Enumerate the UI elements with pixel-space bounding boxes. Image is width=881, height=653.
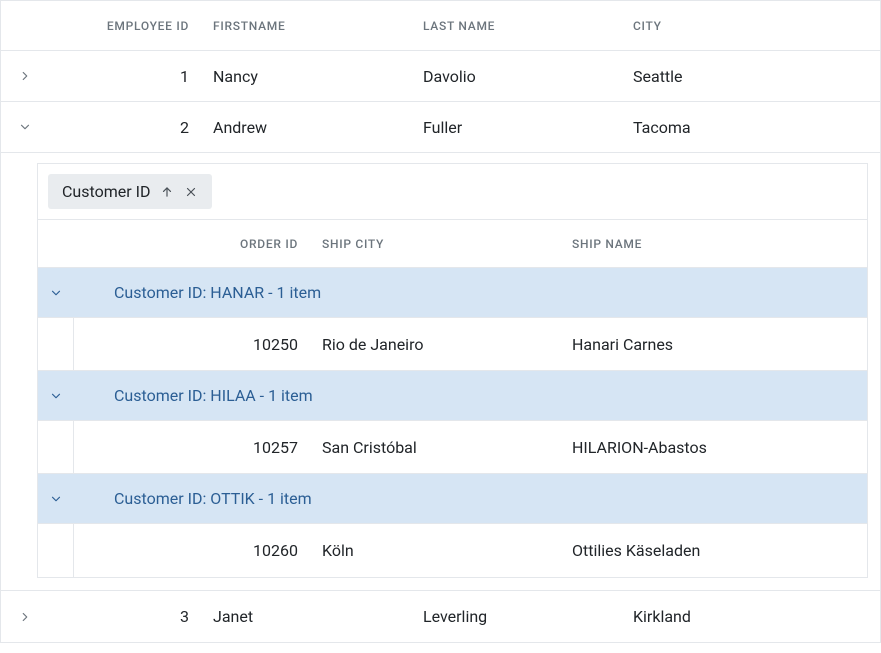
cell-lastname: Fuller [411, 118, 621, 137]
grid-header: Employee ID FirstName Last Name City [1, 1, 880, 51]
cell-firstname: Nancy [201, 67, 411, 86]
collapse-toggle[interactable] [1, 120, 49, 134]
cell-order-id: 10257 [110, 438, 310, 457]
cell-ship-city: Köln [310, 541, 560, 560]
chevron-down-icon [49, 286, 63, 300]
table-row: 1 Nancy Davolio Seattle [1, 51, 880, 102]
cell-ship-name: Hanari Carnes [560, 335, 867, 354]
col-order-id[interactable]: Order ID [110, 237, 310, 251]
cell-lastname: Leverling [411, 607, 621, 626]
expand-toggle[interactable] [1, 610, 49, 624]
group-row[interactable]: Customer ID: OTTIK - 1 item [38, 474, 867, 524]
group-collapse-toggle[interactable] [38, 286, 74, 300]
cell-ship-city: Rio de Janeiro [310, 335, 560, 354]
expand-toggle[interactable] [1, 69, 49, 83]
group-drop-area[interactable]: Customer ID [38, 164, 867, 220]
cell-employee-id: 3 [49, 607, 201, 626]
group-chip-label: Customer ID [62, 182, 150, 201]
table-row: 2 Andrew Fuller Tacoma [1, 102, 880, 153]
group-row[interactable]: Customer ID: HANAR - 1 item [38, 268, 867, 318]
cell-employee-id: 2 [49, 118, 201, 137]
chevron-down-icon [18, 120, 32, 134]
col-ship-name[interactable]: Ship Name [560, 237, 867, 251]
chevron-down-icon [49, 389, 63, 403]
col-city[interactable]: City [621, 19, 880, 33]
group-indicator[interactable]: Customer ID [48, 174, 212, 209]
cell-city: Kirkland [621, 607, 880, 626]
cell-ship-city: San Cristóbal [310, 438, 560, 457]
cell-firstname: Andrew [201, 118, 411, 137]
orders-grid-header: Order ID Ship City Ship Name [38, 220, 867, 268]
table-row: 3 Janet Leverling Kirkland [1, 591, 880, 642]
group-row[interactable]: Customer ID: HILAA - 1 item [38, 371, 867, 421]
chevron-down-icon [49, 492, 63, 506]
chevron-right-icon [18, 610, 32, 624]
cell-order-id: 10250 [110, 335, 310, 354]
cell-city: Tacoma [621, 118, 880, 137]
col-firstname[interactable]: FirstName [201, 19, 411, 33]
group-caption: Customer ID: HILAA - 1 item [74, 386, 867, 405]
col-lastname[interactable]: Last Name [411, 19, 621, 33]
cell-ship-name: HILARION-Abastos [560, 438, 867, 457]
cell-firstname: Janet [201, 607, 411, 626]
indent-cell [38, 318, 74, 370]
cell-order-id: 10260 [110, 541, 310, 560]
cell-employee-id: 1 [49, 67, 201, 86]
arrow-up-icon[interactable] [160, 185, 174, 199]
group-caption: Customer ID: OTTIK - 1 item [74, 489, 867, 508]
cell-ship-name: Ottilies Käseladen [560, 541, 867, 560]
group-caption: Customer ID: HANAR - 1 item [74, 283, 867, 302]
col-employee-id[interactable]: Employee ID [49, 19, 201, 33]
orders-grid: Customer ID Order ID Ship City Ship Name… [37, 163, 868, 578]
table-row: 10250 Rio de Janeiro Hanari Carnes [38, 318, 867, 371]
close-icon[interactable] [184, 185, 198, 199]
indent-cell [38, 524, 74, 577]
group-collapse-toggle[interactable] [38, 492, 74, 506]
indent-cell [38, 421, 74, 473]
table-row: 10257 San Cristóbal HILARION-Abastos [38, 421, 867, 474]
chevron-right-icon [18, 69, 32, 83]
group-collapse-toggle[interactable] [38, 389, 74, 403]
col-ship-city[interactable]: Ship City [310, 237, 560, 251]
cell-lastname: Davolio [411, 67, 621, 86]
cell-city: Seattle [621, 67, 880, 86]
detail-panel: Customer ID Order ID Ship City Ship Name… [1, 153, 880, 591]
employee-grid: Employee ID FirstName Last Name City 1 N… [0, 0, 881, 643]
table-row: 10260 Köln Ottilies Käseladen [38, 524, 867, 577]
